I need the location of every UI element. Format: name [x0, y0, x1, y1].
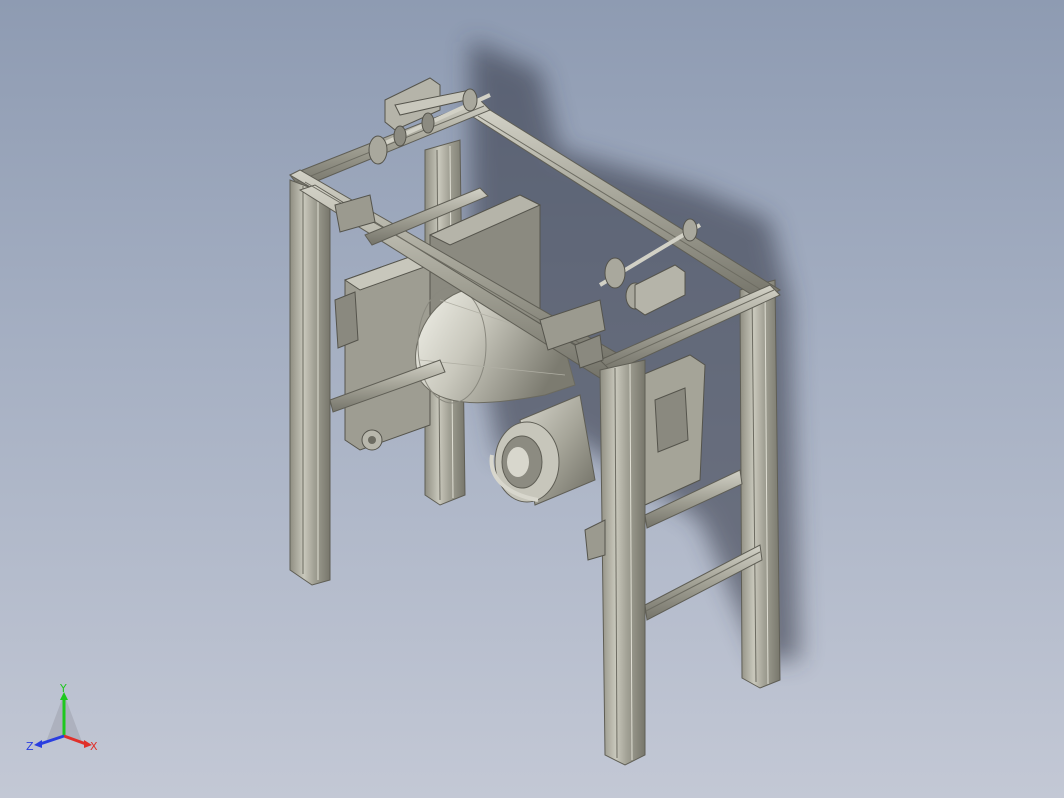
axis-triad[interactable]: Y X Z	[24, 684, 108, 756]
cad-viewport[interactable]: Y X Z	[0, 0, 1064, 798]
frame-front-left-post	[289, 179, 331, 586]
z-axis-arrowhead	[34, 740, 42, 748]
cad-model-view[interactable]	[0, 0, 1064, 798]
z-axis-label: Z	[26, 740, 34, 753]
x-axis-label: X	[90, 740, 98, 753]
y-axis-label: Y	[59, 684, 67, 695]
